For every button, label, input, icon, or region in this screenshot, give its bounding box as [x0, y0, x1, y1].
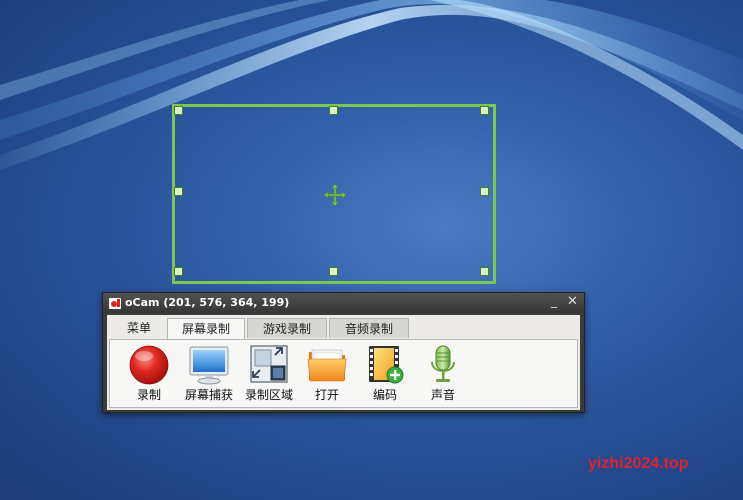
resize-handle-bottom-left[interactable]: [174, 267, 183, 276]
open-label: 打开: [314, 388, 339, 402]
screen-capture-button[interactable]: 屏幕捕获: [180, 342, 238, 406]
toolbar-panel: 录制 屏幕捕获 录制区域 打开 编码 声音: [109, 339, 578, 408]
tab-game-record[interactable]: 游戏录制: [247, 318, 327, 338]
codec-label: 编码: [372, 388, 397, 402]
record-icon: [129, 345, 169, 385]
ocam-window: oCam (201, 576, 364, 199) _ ✕ 菜单 屏幕录制 游戏…: [102, 292, 585, 413]
open-button[interactable]: 打开: [298, 342, 356, 406]
tab-menu[interactable]: 菜单: [111, 318, 167, 338]
window-title: oCam (201, 576, 364, 199): [125, 296, 290, 309]
minimize-button[interactable]: _: [551, 294, 557, 308]
folder-icon: [307, 349, 347, 382]
microphone-icon: [431, 345, 455, 382]
move-crosshair-icon[interactable]: [324, 184, 346, 206]
codec-button[interactable]: 编码: [356, 342, 414, 406]
resize-handle-bottom-right[interactable]: [480, 267, 489, 276]
title-bar[interactable]: oCam (201, 576, 364, 199) _ ✕: [103, 293, 584, 313]
sound-button[interactable]: 声音: [414, 342, 472, 406]
close-button[interactable]: ✕: [567, 294, 578, 309]
window-body: 菜单 屏幕录制 游戏录制 音频录制 录制 屏幕捕获 录制区域 打开 编码 声音: [107, 315, 580, 410]
resize-handle-bottom-center[interactable]: [329, 267, 338, 276]
screen-capture-label: 屏幕捕获: [184, 388, 233, 402]
resize-handle-middle-right[interactable]: [480, 187, 489, 196]
resize-handle-top-left[interactable]: [174, 106, 183, 115]
resize-handle-top-center[interactable]: [329, 106, 338, 115]
sound-label: 声音: [430, 388, 455, 402]
film-add-icon: [369, 346, 404, 384]
resize-handle-middle-left[interactable]: [174, 187, 183, 196]
monitor-icon: [189, 346, 229, 385]
resize-area-icon: [250, 345, 288, 383]
tab-screen-record[interactable]: 屏幕录制: [167, 318, 245, 340]
record-button[interactable]: 录制: [120, 342, 178, 406]
resize-handle-top-right[interactable]: [480, 106, 489, 115]
record-area-label: 录制区域: [244, 388, 293, 402]
capture-region-frame[interactable]: [172, 104, 496, 284]
tab-audio-record[interactable]: 音频录制: [329, 318, 409, 338]
watermark-text: yizhi2024.top: [588, 455, 689, 472]
ocam-app-icon: [109, 298, 121, 309]
record-label: 录制: [136, 388, 161, 402]
record-area-button[interactable]: 录制区域: [240, 342, 298, 406]
